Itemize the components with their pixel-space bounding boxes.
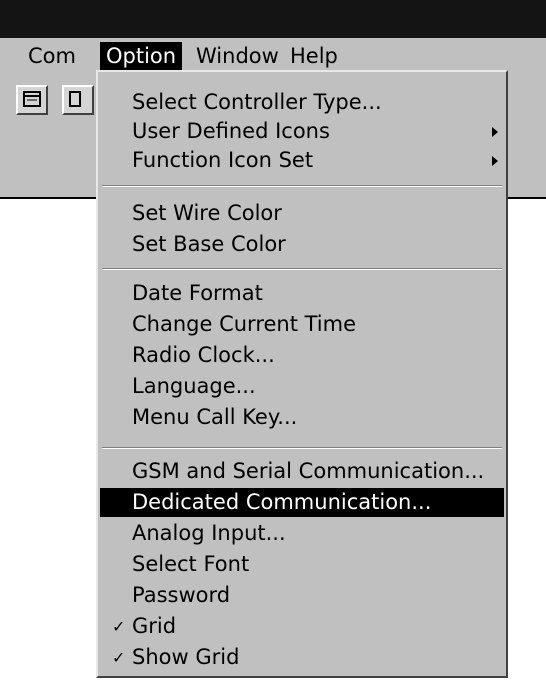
menu-separator <box>102 268 502 270</box>
toolbar-button-2[interactable] <box>62 85 94 115</box>
menu-item-set-wire-color[interactable]: Set Wire Color <box>100 199 504 228</box>
menu-item-set-base-color[interactable]: Set Base Color <box>100 230 504 259</box>
menu-help[interactable]: Help <box>284 42 344 71</box>
menu-item-user-defined-icons[interactable]: User Defined Icons <box>100 117 504 146</box>
menu-item-password[interactable]: Password <box>100 581 504 610</box>
menu-item-radio-clock[interactable]: Radio Clock... <box>100 341 504 370</box>
menu-item-select-controller-type[interactable]: Select Controller Type... <box>100 88 504 117</box>
menu-item-date-format[interactable]: Date Format <box>100 279 504 308</box>
menu-item-function-icon-set[interactable]: Function Icon Set <box>100 146 504 175</box>
menu-item-show-grid[interactable]: ✓ Show Grid <box>100 643 504 672</box>
menu-com[interactable]: Com <box>22 42 82 71</box>
menu-item-change-current-time[interactable]: Change Current Time <box>100 310 504 339</box>
menu-separator <box>102 447 502 449</box>
toolbar-button-1[interactable] <box>16 85 48 115</box>
menu-option[interactable]: Option <box>100 42 183 71</box>
menu-item-gsm-serial-communication[interactable]: GSM and Serial Communication... <box>100 457 504 486</box>
title-bar <box>0 0 546 38</box>
menu-item-language[interactable]: Language... <box>100 372 504 401</box>
window-icon <box>23 91 41 107</box>
submenu-arrow-icon <box>492 156 498 166</box>
check-icon: ✓ <box>112 648 126 667</box>
menu-window[interactable]: Window <box>190 42 285 71</box>
menu-item-analog-input[interactable]: Analog Input... <box>100 519 504 548</box>
menu-item-grid[interactable]: ✓ Grid <box>100 612 504 641</box>
submenu-arrow-icon <box>492 127 498 137</box>
menu-item-menu-call-key[interactable]: Menu Call Key... <box>100 403 504 432</box>
check-icon: ✓ <box>112 617 126 636</box>
menu-item-select-font[interactable]: Select Font <box>100 550 504 579</box>
tool-icon <box>69 91 81 107</box>
menu-item-dedicated-communication[interactable]: Dedicated Communication... <box>100 488 504 517</box>
menu-separator <box>102 185 502 187</box>
option-menu-dropdown: Select Controller Type... User Defined I… <box>96 70 508 678</box>
